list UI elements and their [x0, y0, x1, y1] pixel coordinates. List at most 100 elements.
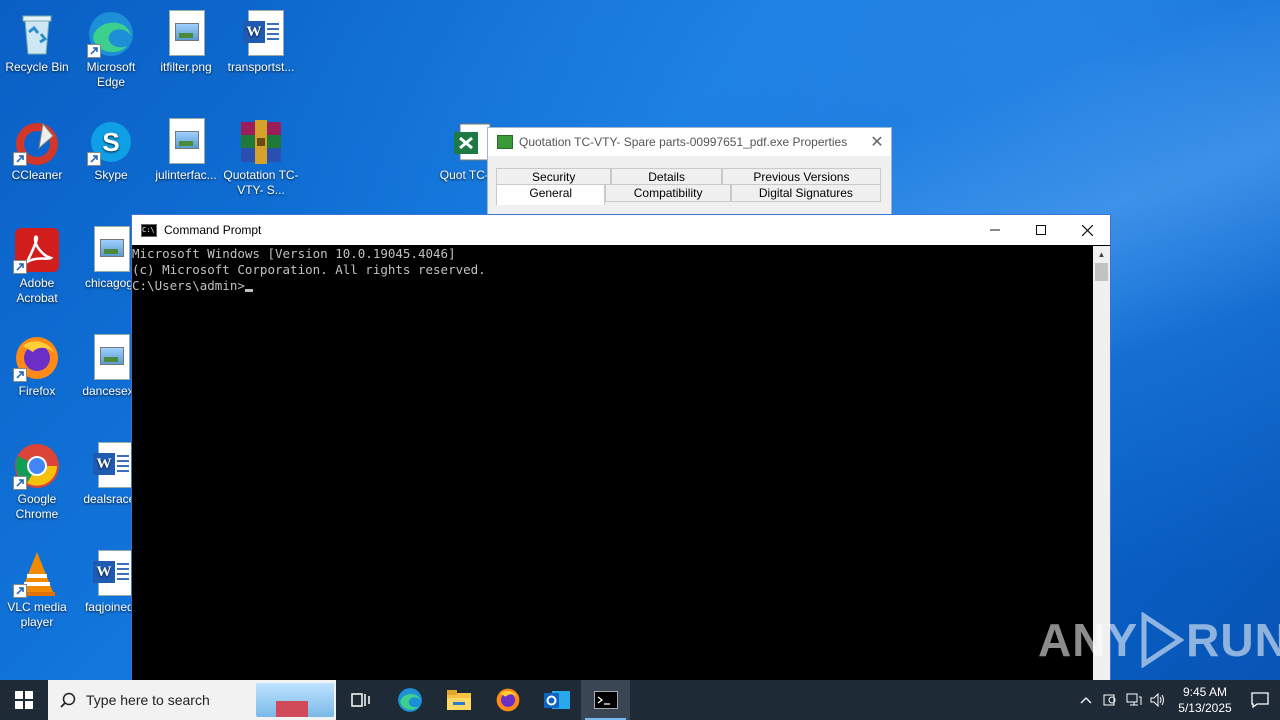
desktop-icon-label: Adobe Acrobat [16, 276, 58, 305]
tab-general[interactable]: General [496, 184, 606, 205]
search-highlight-image [256, 683, 334, 717]
start-button[interactable] [0, 680, 48, 720]
anyrun-watermark: ANY RUN [1038, 612, 1280, 668]
cmd-icon: C:\ [141, 223, 157, 237]
firefox-icon [13, 334, 61, 382]
word-file-icon: W [237, 10, 285, 58]
desktop-icon-label: Google Chrome [15, 492, 59, 521]
console-line: (c) Microsoft Corporation. All rights re… [132, 262, 486, 277]
desktop-icon-transportst[interactable]: W transportst... [223, 6, 299, 75]
network-icon [1126, 693, 1142, 706]
word-file-icon: W [87, 550, 135, 598]
task-view-button[interactable] [336, 680, 385, 720]
desktop-icon-julinterfac[interactable]: julinterfac... [148, 114, 224, 183]
minimize-icon [990, 229, 1000, 231]
desktop-icon-label: VLC media player [7, 600, 67, 629]
shortcut-arrow-icon [13, 368, 27, 382]
windows-logo-icon [15, 691, 33, 709]
taskbar-file-explorer-button[interactable] [434, 680, 483, 720]
desktop-icon-label: Recycle Bin [5, 60, 69, 74]
play-logo-icon [1141, 612, 1185, 668]
clock-date: 5/13/2025 [1178, 701, 1232, 715]
desktop-icon-google-chrome[interactable]: Google Chrome [0, 438, 75, 522]
close-icon[interactable]: ✕ [863, 132, 891, 152]
properties-title: Quotation TC-VTY- Spare parts-00997651_p… [519, 135, 848, 149]
scroll-up-icon[interactable]: ▲ [1093, 246, 1110, 263]
desktop-icon-firefox[interactable]: Firefox [0, 330, 75, 399]
shortcut-arrow-icon [87, 152, 101, 166]
taskbar: Type here to search 9:45 AM 5/13/2025 [0, 680, 1280, 720]
image-file-icon [162, 10, 210, 58]
command-prompt-window[interactable]: C:\ Command Prompt Microsoft Windows [Ve… [131, 214, 1111, 684]
search-placeholder: Type here to search [86, 692, 210, 708]
properties-titlebar[interactable]: Quotation TC-VTY- Spare parts-00997651_p… [488, 128, 891, 156]
desktop-icon-label: Skype [94, 168, 128, 182]
watermark-right: RUN [1186, 614, 1280, 666]
recycle-bin-icon [13, 10, 61, 58]
image-file-icon [162, 118, 210, 166]
skype-icon: S [87, 118, 135, 166]
desktop-icon-microsoft-edge[interactable]: Microsoft Edge [73, 6, 149, 90]
desktop-icon-quotation-archive[interactable]: Quotation TC-VTY- S... [223, 114, 299, 198]
image-file-icon [87, 226, 135, 274]
maximize-button[interactable] [1018, 215, 1064, 245]
word-file-icon: W [87, 442, 135, 490]
desktop-icon-label: julinterfac... [155, 168, 217, 182]
taskbar-clock[interactable]: 9:45 AM 5/13/2025 [1170, 684, 1240, 716]
desktop-icon-label: CCleaner [11, 168, 63, 182]
shortcut-arrow-icon [13, 260, 27, 274]
tray-app-icon[interactable] [1098, 680, 1122, 720]
ccleaner-icon [13, 118, 61, 166]
folder-icon [446, 690, 471, 710]
taskbar-edge-button[interactable] [385, 680, 434, 720]
taskbar-command-prompt-button[interactable] [581, 680, 630, 720]
desktop-icon-vlc[interactable]: VLC media player [0, 546, 75, 630]
notification-icon [1251, 692, 1269, 708]
svg-text:S: S [102, 127, 119, 157]
firefox-icon [496, 688, 519, 712]
desktop-icon-label: Firefox [18, 384, 56, 398]
desktop-icon-itfilter[interactable]: itfilter.png [148, 6, 224, 75]
tab-compatibility[interactable]: Compatibility [605, 184, 731, 202]
search-icon [60, 692, 76, 708]
cmd-title: Command Prompt [164, 223, 262, 237]
exe-icon [497, 135, 513, 149]
close-button[interactable] [1064, 215, 1110, 245]
desktop-icon-label: transportst... [227, 60, 295, 74]
acrobat-icon [13, 226, 61, 274]
taskbar-outlook-button[interactable] [532, 680, 581, 720]
winrar-archive-icon [237, 118, 285, 166]
command-prompt-icon [593, 691, 618, 709]
console-line: Microsoft Windows [Version 10.0.19045.40… [132, 246, 456, 261]
network-button[interactable] [1122, 680, 1146, 720]
shortcut-arrow-icon [13, 152, 27, 166]
shortcut-arrow-icon [13, 476, 27, 490]
volume-button[interactable] [1146, 680, 1170, 720]
show-hidden-icons-button[interactable] [1074, 680, 1098, 720]
desktop-icon-adobe-acrobat[interactable]: Adobe Acrobat [0, 222, 75, 306]
tab-row-2: General Compatibility Digital Signatures [496, 184, 881, 205]
image-file-icon [87, 334, 135, 382]
volume-icon [1150, 693, 1164, 707]
minimize-button[interactable] [972, 215, 1018, 245]
taskbar-firefox-button[interactable] [483, 680, 532, 720]
clock-time: 9:45 AM [1182, 685, 1228, 699]
desktop-icon-label: Microsoft Edge [86, 60, 136, 89]
desktop-icon-recycle-bin[interactable]: Recycle Bin [0, 6, 75, 75]
scroll-thumb[interactable] [1095, 263, 1108, 281]
chevron-up-icon [1080, 697, 1092, 704]
cmd-titlebar[interactable]: C:\ Command Prompt [132, 215, 1110, 245]
desktop-icon-ccleaner[interactable]: CCleaner [0, 114, 75, 183]
chrome-icon [13, 442, 61, 490]
watermark-left: ANY [1038, 614, 1139, 666]
tab-digital-signatures[interactable]: Digital Signatures [730, 184, 881, 202]
desktop-icon-skype[interactable]: S Skype [73, 114, 149, 183]
action-center-button[interactable] [1240, 692, 1280, 708]
taskbar-search-box[interactable]: Type here to search [48, 680, 336, 720]
close-icon [1081, 224, 1093, 236]
system-tray: 9:45 AM 5/13/2025 [1074, 680, 1280, 720]
desktop-icon-label: itfilter.png [160, 60, 212, 74]
desktop-icon-label: Quotation TC-VTY- S... [223, 168, 299, 197]
console-output[interactable]: Microsoft Windows [Version 10.0.19045.40… [132, 246, 1092, 683]
console-prompt-line: C:\Users\admin> [132, 278, 1092, 294]
